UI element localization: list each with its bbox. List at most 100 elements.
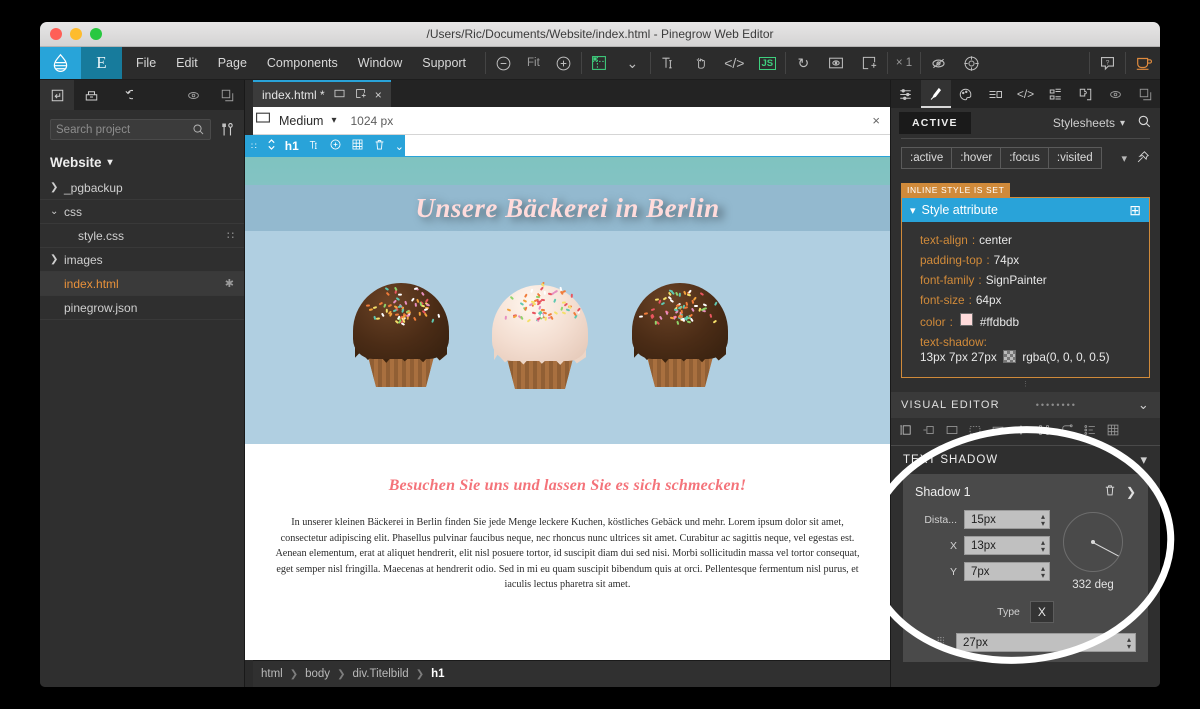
search-input[interactable]: Search project [50,119,211,140]
tree-item-css[interactable]: ⌄ css [40,200,244,224]
eye-icon[interactable] [1100,80,1130,108]
element-selection-toolbar[interactable]: ∷ h1 ⌄ [245,135,405,157]
chevron-right-icon[interactable]: ❯ [50,254,64,265]
property-padding-top[interactable]: padding-top: 74px [902,250,1149,270]
pseudo-visited[interactable]: :visited [1049,147,1102,169]
menu-support[interactable]: Support [422,56,466,70]
code-view-icon[interactable]: </> [718,47,751,79]
active-badge[interactable]: ACTIVE [899,112,971,134]
transform-icon[interactable] [1037,423,1051,440]
tree-item-style-css[interactable]: style.css ∷ [40,224,244,248]
page-subheading[interactable]: Besuchen Sie uns und lassen Sie es sich … [245,444,890,515]
grid-icon[interactable] [351,138,364,154]
tab-list[interactable] [981,80,1011,108]
panel-resize-handle[interactable]: ⋮ [891,378,1160,392]
tab-layers[interactable] [1040,80,1070,108]
pseudo-hover[interactable]: :hover [952,147,1001,169]
search-icon[interactable] [1137,114,1152,132]
pin-icon[interactable] [1136,150,1150,167]
tab-code[interactable]: </> [1011,80,1041,108]
shadow-type-button[interactable]: X [1030,601,1054,623]
y-offset-input[interactable]: 7px ▴ ▾ [964,562,1050,581]
shadow-color-swatch[interactable] [1003,350,1016,363]
window-icon[interactable] [333,87,346,103]
trash-icon[interactable] [1103,483,1117,500]
grid-icon[interactable] [583,47,616,79]
new-window-icon[interactable] [853,47,886,79]
add-element-icon[interactable] [329,138,342,154]
breadcrumb-html[interactable]: html [261,668,283,680]
pseudo-focus[interactable]: :focus [1001,147,1049,169]
tree-item-pinegrow-json[interactable]: pinegrow.json [40,296,244,320]
expand-shadow-icon[interactable]: ❯ [1126,485,1136,499]
hand-tool-icon[interactable] [685,47,718,79]
chevron-down-icon[interactable]: ▾ [910,204,916,217]
tab-index-html[interactable]: index.html * × [253,80,391,107]
pseudo-active[interactable]: :active [901,147,952,169]
stylesheets-dropdown[interactable]: Stylesheets ▾ [1053,116,1125,130]
drag-handle-icon[interactable]: ∷ [227,229,244,242]
zoom-in-button[interactable] [547,47,580,79]
x-offset-input[interactable]: 13px ▴ ▾ [964,536,1050,555]
chevron-right-icon[interactable]: ❯ [50,182,64,193]
refresh-icon[interactable]: ↻ [787,47,820,79]
page-canvas[interactable]: ∷ h1 ⌄ Unsere Bäckerei in Berlin Besuche… [245,135,890,660]
tab-close-icon[interactable]: × [375,88,382,102]
chevron-down-icon[interactable]: ▾ [1121,152,1136,165]
tab-palette[interactable] [951,80,981,108]
stepper-icon[interactable]: ▴ ▾ [1041,513,1045,527]
tab-puzzle[interactable] [1070,80,1100,108]
chevron-down-icon[interactable]: ▾ [1140,452,1148,468]
menu-window[interactable]: Window [358,56,402,70]
menu-page[interactable]: Page [218,56,247,70]
stepper-icon[interactable]: ▴ ▾ [1041,565,1045,579]
angle-dial[interactable] [1063,512,1123,572]
eye-off-icon[interactable] [922,47,955,79]
div-titelbild[interactable]: Unsere Bäckerei in Berlin [245,157,890,231]
tab-style-brush[interactable] [921,80,951,108]
zoom-fit-button[interactable]: Fit [520,47,547,79]
list-icon[interactable] [1083,423,1097,440]
save-icon[interactable] [74,80,108,110]
tree-item-pgbackup[interactable]: ❯ _pgbackup [40,176,244,200]
chevron-down-icon[interactable]: ⌄ [50,206,64,217]
property-font-size[interactable]: font-size: 64px [902,290,1149,310]
background-icon[interactable] [991,423,1005,440]
property-text-shadow[interactable]: text-shadow: 13px 7px 27px rgba(0, 0, 0,… [902,332,1149,367]
stepper-icon[interactable]: ▴ ▾ [1127,636,1131,650]
stepper-icon[interactable]: ▴ ▾ [1041,539,1045,553]
margin-icon[interactable] [922,423,936,440]
property-text-align[interactable]: text-align: center [902,230,1149,250]
tools-icon[interactable] [219,121,236,138]
js-icon[interactable]: JS [751,47,784,79]
zoom-out-button[interactable] [487,47,520,79]
target-icon[interactable] [955,47,988,79]
detach-icon[interactable] [354,87,367,103]
blur-input[interactable]: 27px ▴ ▾ [956,633,1136,652]
text-tool-icon[interactable] [652,47,685,79]
color-swatch[interactable] [960,313,973,326]
help-icon[interactable]: ? [1091,47,1124,79]
project-title[interactable]: Website ▾ [40,144,244,176]
breadcrumb-h1[interactable]: h1 [431,668,444,680]
distance-input[interactable]: 15px ▴ ▾ [964,510,1050,529]
box-model-icon[interactable] [899,423,913,440]
copy-icon[interactable] [1130,80,1160,108]
page-body-text[interactable]: In unserer kleinen Bäckerei in Berlin fi… [245,515,890,593]
breadcrumb-div-titelbild[interactable]: div.Titelbild [352,668,408,680]
style-attribute-header[interactable]: ▾ Style attribute ⊞ [902,198,1149,222]
device-label[interactable]: Medium [279,114,323,128]
page-heading[interactable]: Unsere Bäckerei in Berlin [245,185,890,231]
dial-needle[interactable] [1093,542,1119,556]
menu-components[interactable]: Components [267,56,338,70]
close-device-icon[interactable]: × [872,113,880,128]
drag-handle-icon[interactable]: ∷ [251,141,258,152]
layout-icon[interactable] [945,423,959,440]
breadcrumb-body[interactable]: body [305,668,330,680]
undo-icon[interactable] [108,80,142,110]
drag-dots-icon[interactable]: •••••••• [1036,400,1077,410]
text-shadow-header[interactable]: TEXT SHADOW ▾ [891,446,1160,474]
tree-item-images[interactable]: ❯ images [40,248,244,272]
collapse-icon[interactable]: ⌄ [1138,397,1150,413]
property-color[interactable]: color: #ffdbdb [902,310,1149,332]
